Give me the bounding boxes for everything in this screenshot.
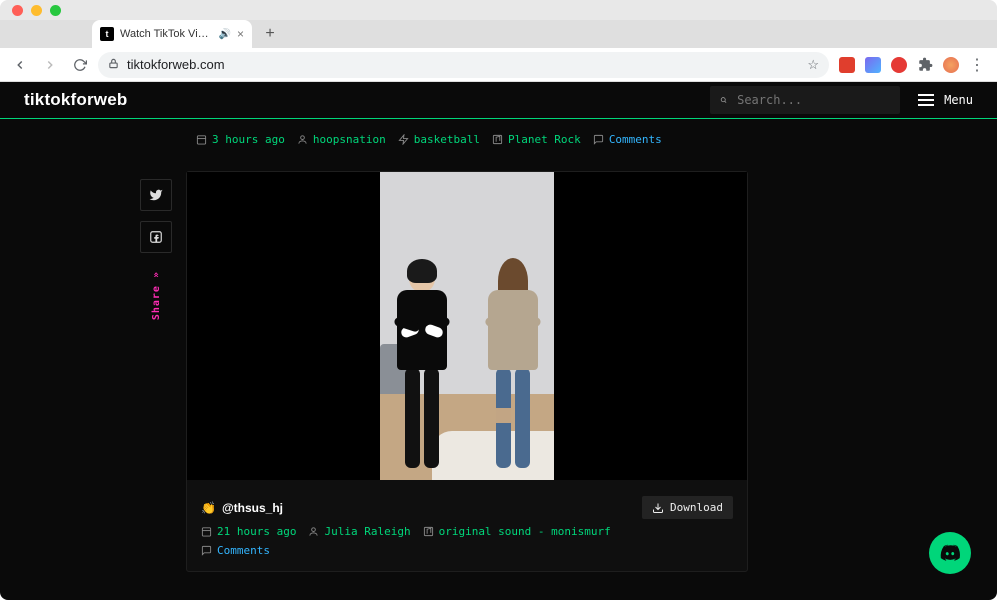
audio-icon[interactable]: 🔊: [219, 29, 231, 40]
share-label: Share »: [151, 271, 162, 320]
content-area: 3 hours ago hoopsnation basketball Plane…: [0, 119, 997, 600]
music-icon: [423, 526, 434, 537]
url-text: tiktokforweb.com: [127, 57, 225, 72]
tag-meta[interactable]: basketball: [398, 133, 480, 146]
share-column: Share »: [140, 179, 172, 320]
hamburger-icon: [918, 94, 934, 106]
window-controls: [0, 0, 997, 20]
maximize-window-button[interactable]: [50, 5, 61, 16]
author-meta[interactable]: hoopsnation: [297, 133, 386, 146]
browser-menu-icon[interactable]: ⋮: [969, 57, 985, 73]
video-card: 👏 @thsus_hj Download 21 hours ago: [186, 171, 748, 572]
browser-tab[interactable]: t Watch TikTok Videos Onlin 🔊 ×: [92, 20, 252, 48]
calendar-icon: [196, 134, 207, 145]
close-window-button[interactable]: [12, 5, 23, 16]
music-icon: [492, 134, 503, 145]
new-tab-button[interactable]: +: [258, 22, 282, 46]
menu-label: Menu: [944, 93, 973, 107]
download-icon: [652, 502, 664, 514]
extension-icon[interactable]: [839, 57, 855, 73]
lock-icon: [108, 58, 119, 72]
share-twitter-button[interactable]: [140, 179, 172, 211]
extensions-menu-icon[interactable]: [917, 57, 933, 73]
discord-fab[interactable]: [929, 532, 971, 574]
video-player[interactable]: [187, 172, 747, 480]
facebook-icon: [149, 230, 163, 244]
emoji-icon: 👏: [201, 501, 216, 515]
extension-icons: ⋮: [835, 57, 989, 73]
extension-icon[interactable]: [891, 57, 907, 73]
page-content: tiktokforweb Menu 3 hours ago: [0, 82, 997, 600]
sound-meta[interactable]: Planet Rock: [492, 133, 581, 146]
comment-icon: [201, 545, 212, 556]
url-field[interactable]: tiktokforweb.com ☆: [98, 52, 829, 78]
tab-title: Watch TikTok Videos Onlin: [120, 28, 213, 40]
search-box[interactable]: [710, 86, 900, 114]
previous-post-meta: 3 hours ago hoopsnation basketball Plane…: [196, 133, 756, 146]
tab-bar: t Watch TikTok Videos Onlin 🔊 × +: [0, 20, 997, 48]
close-tab-button[interactable]: ×: [237, 27, 244, 41]
brand-logo[interactable]: tiktokforweb: [24, 90, 127, 110]
twitter-icon: [149, 188, 163, 202]
person-icon: [297, 134, 308, 145]
discord-icon: [939, 542, 961, 564]
forward-button[interactable]: [38, 53, 62, 77]
calendar-icon: [201, 526, 212, 537]
profile-avatar[interactable]: [943, 57, 959, 73]
bolt-icon: [398, 134, 409, 145]
site-header: tiktokforweb Menu: [0, 82, 997, 118]
comment-icon: [593, 134, 604, 145]
reload-button[interactable]: [68, 53, 92, 77]
minimize-window-button[interactable]: [31, 5, 42, 16]
author-meta[interactable]: Julia Raleigh: [308, 525, 410, 538]
address-bar: tiktokforweb.com ☆ ⋮: [0, 48, 997, 82]
video-thumbnail: [380, 172, 554, 480]
comments-link[interactable]: Comments: [201, 544, 270, 557]
search-icon: [720, 93, 727, 107]
search-input[interactable]: [737, 93, 890, 107]
video-handle[interactable]: 👏 @thsus_hj: [201, 501, 283, 515]
browser-window: t Watch TikTok Videos Onlin 🔊 × + tiktok…: [0, 0, 997, 600]
tab-favicon: t: [100, 27, 114, 41]
bookmark-icon[interactable]: ☆: [807, 57, 819, 73]
sound-meta[interactable]: original sound - monismurf: [423, 525, 611, 538]
time-meta: 21 hours ago: [201, 525, 296, 538]
person-icon: [308, 526, 319, 537]
download-button[interactable]: Download: [642, 496, 733, 519]
menu-button[interactable]: Menu: [918, 93, 973, 107]
comments-meta[interactable]: Comments: [593, 133, 662, 146]
back-button[interactable]: [8, 53, 32, 77]
video-meta: 👏 @thsus_hj Download 21 hours ago: [187, 480, 747, 571]
extension-icon[interactable]: [865, 57, 881, 73]
share-facebook-button[interactable]: [140, 221, 172, 253]
time-meta: 3 hours ago: [196, 133, 285, 146]
